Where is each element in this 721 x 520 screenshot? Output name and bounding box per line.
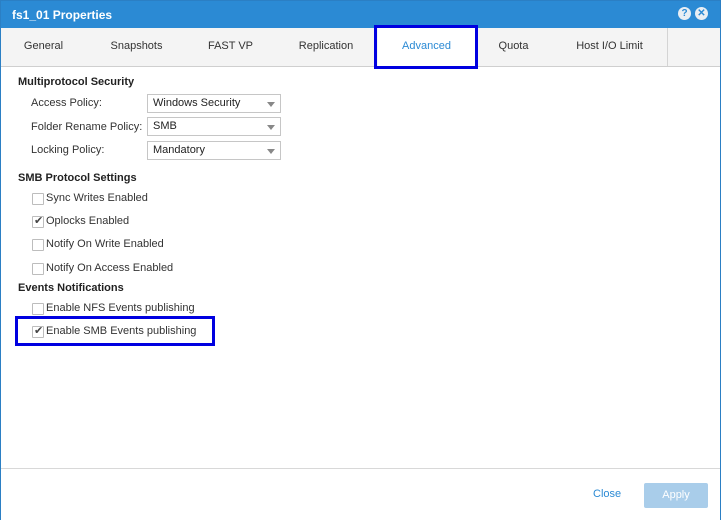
notify-on-write-label: Notify On Write Enabled (46, 238, 164, 250)
access-policy-select[interactable]: Windows Security (147, 94, 281, 113)
title-bar: fs1_01 Properties ? ✕ (1, 1, 720, 28)
oplocks-checkbox[interactable]: ✔ (32, 215, 44, 228)
tab-replication[interactable]: Replication (274, 28, 379, 66)
nfs-events-checkbox[interactable] (32, 303, 44, 315)
events-notifications-heading: Events Notifications (18, 282, 124, 294)
properties-dialog: fs1_01 Properties ? ✕ General Snapshots … (0, 0, 721, 520)
sync-writes-checkbox[interactable] (32, 193, 44, 205)
access-policy-value: Windows Security (153, 97, 241, 109)
notify-on-access-label: Notify On Access Enabled (46, 262, 174, 274)
tab-fast-vp[interactable]: FAST VP (187, 28, 275, 66)
multiprotocol-heading: Multiprotocol Security (18, 76, 135, 88)
locking-policy-select[interactable]: Mandatory (147, 141, 281, 160)
folder-rename-policy-label: Folder Rename Policy: (31, 121, 143, 133)
smb-settings-heading: SMB Protocol Settings (18, 172, 137, 184)
dropdown-arrow-icon (267, 102, 275, 107)
folder-rename-policy-select[interactable]: SMB (147, 117, 281, 136)
check-icon: ✔ (34, 215, 44, 227)
sync-writes-label: Sync Writes Enabled (46, 192, 148, 204)
dropdown-arrow-icon (267, 125, 275, 130)
tab-quota[interactable]: Quota (475, 28, 553, 66)
dialog-footer: Close Apply (1, 468, 720, 520)
tab-general[interactable]: General (1, 28, 87, 66)
nfs-events-label: Enable NFS Events publishing (46, 302, 195, 314)
tab-bar: General Snapshots FAST VP Replication Ad… (1, 28, 720, 67)
help-icon[interactable]: ? (678, 7, 691, 20)
apply-button[interactable]: Apply (644, 483, 708, 508)
access-policy-label: Access Policy: (31, 97, 102, 109)
notify-on-access-checkbox[interactable] (32, 263, 44, 275)
notify-on-write-checkbox[interactable] (32, 239, 44, 251)
tab-snapshots[interactable]: Snapshots (86, 28, 188, 66)
highlight-box-smb-events (15, 316, 215, 346)
locking-policy-value: Mandatory (153, 144, 205, 156)
close-icon[interactable]: ✕ (695, 7, 708, 20)
tab-host-io-limit[interactable]: Host I/O Limit (552, 28, 668, 66)
dropdown-arrow-icon (267, 149, 275, 154)
dialog-title: fs1_01 Properties (12, 8, 113, 22)
oplocks-label: Oplocks Enabled (46, 215, 130, 227)
close-button[interactable]: Close (593, 488, 621, 500)
locking-policy-label: Locking Policy: (31, 144, 105, 156)
folder-rename-policy-value: SMB (153, 120, 177, 132)
highlight-box-advanced-tab (374, 25, 478, 69)
